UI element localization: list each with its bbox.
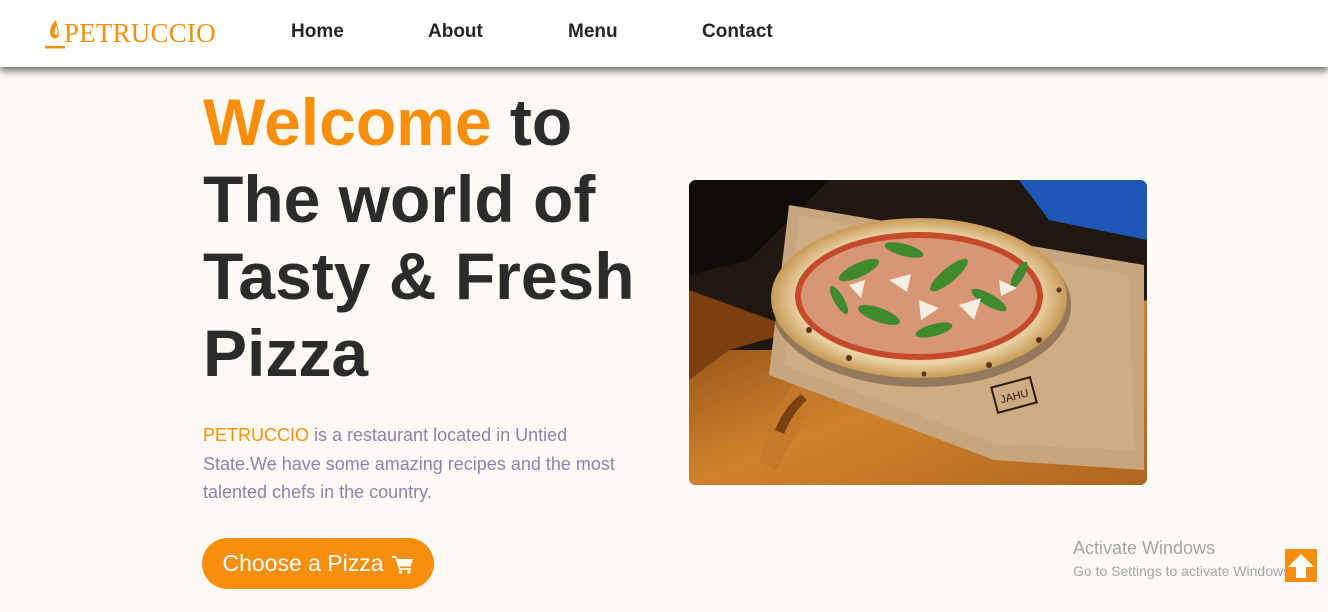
choose-pizza-label: Choose a Pizza [222,550,384,576]
arrow-up-icon [1288,553,1314,578]
brand-logo[interactable]: PETRUCCIO [44,13,216,49]
brand-name: PETRUCCIO [64,18,216,48]
hero-title-accent: Welcome [203,85,492,159]
hero-description: PETRUCCIO is a restaurant located in Unt… [203,421,643,507]
hero-title: Welcome to The world of Tasty & Fresh Pi… [203,84,663,392]
windows-activation-watermark: Activate Windows Go to Settings to activ… [1073,537,1294,581]
nav-home[interactable]: Home [291,21,344,43]
activate-windows-subtitle: Go to Settings to activate Windows. [1073,563,1294,579]
nav-contact[interactable]: Contact [702,21,773,43]
hero-description-brand: PETRUCCIO [203,425,310,445]
scroll-to-top-button[interactable] [1285,549,1317,582]
choose-pizza-button[interactable]: Choose a Pizza [202,538,434,589]
nav-menu[interactable]: Menu [568,21,618,43]
shopping-cart-icon [391,554,414,574]
flame-icon [45,20,65,49]
activate-windows-title: Activate Windows [1073,538,1216,558]
pizza-photo: JAHU [689,180,1147,485]
navbar: PETRUCCIO Home About Menu Contact [0,0,1328,67]
nav-about[interactable]: About [428,21,483,43]
